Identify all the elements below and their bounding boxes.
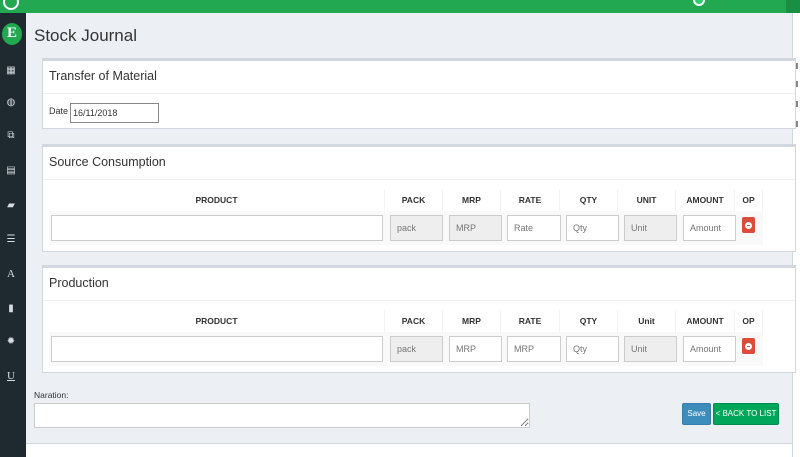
transfer-title: Transfer of Material <box>43 61 795 94</box>
col-mrp: MRP <box>443 310 501 332</box>
main-content: Stock Journal Transfer of Material Date … <box>26 13 796 443</box>
qty-input[interactable] <box>566 215 619 241</box>
col-qty: QTY <box>560 310 618 332</box>
col-unit: UNIT <box>618 189 676 211</box>
brand-logo[interactable]: E <box>2 23 22 45</box>
col-amount: AMOUNT <box>676 189 735 211</box>
logo-mini-icon[interactable] <box>3 0 19 10</box>
list-icon[interactable]: ☰ <box>5 234 17 246</box>
col-pack: PACK <box>385 310 443 332</box>
underline-u-icon[interactable]: U <box>5 370 17 382</box>
back-to-list-button[interactable]: < BACK TO LIST <box>713 403 779 425</box>
col-op: OP <box>735 310 763 332</box>
col-op: OP <box>735 189 763 211</box>
source-box: Source Consumption PRODUCT PACK MRP RATE… <box>42 144 796 252</box>
copy-icon[interactable]: ⧉ <box>5 130 17 142</box>
production-box: Production PRODUCT PACK MRP RATE QTY Uni… <box>42 265 796 373</box>
navbar-right-toggle[interactable] <box>786 0 800 13</box>
gear-icon[interactable]: ✹ <box>5 336 17 348</box>
source-title: Source Consumption <box>43 147 795 180</box>
user-avatar[interactable] <box>693 0 705 6</box>
delete-row-button[interactable] <box>742 217 755 233</box>
col-product: PRODUCT <box>49 189 385 211</box>
book-icon[interactable]: ▮ <box>5 303 17 315</box>
table-row <box>49 211 763 245</box>
col-pack: PACK <box>385 189 443 211</box>
mrp-input[interactable] <box>449 336 502 362</box>
sidebar: E ▦ ◍ ⧉ ▤ ▰ ☰ A ▮ ✹ U <box>0 13 26 457</box>
date-input[interactable] <box>70 103 159 123</box>
naration-input[interactable] <box>34 403 530 428</box>
file-icon[interactable]: ▤ <box>5 165 17 177</box>
naration-label: Naration: <box>34 390 69 400</box>
brand-letter: E <box>6 25 17 41</box>
font-a-icon[interactable]: A <box>5 268 17 280</box>
qty-input[interactable] <box>566 336 619 362</box>
truck-icon[interactable]: ▰ <box>5 200 17 212</box>
footer <box>26 443 792 457</box>
amount-input[interactable] <box>683 215 736 241</box>
pack-input[interactable] <box>390 336 443 362</box>
product-input[interactable] <box>51 215 383 241</box>
unit-input[interactable] <box>624 336 677 362</box>
top-navbar <box>0 0 800 13</box>
col-rate: RATE <box>501 310 560 332</box>
col-unit: Unit <box>618 310 676 332</box>
delete-row-button[interactable] <box>742 338 755 354</box>
col-product: PRODUCT <box>49 310 385 332</box>
table-row <box>49 332 763 366</box>
source-table-header: PRODUCT PACK MRP RATE QTY UNIT AMOUNT OP <box>49 189 763 211</box>
table-icon[interactable]: ▦ <box>5 65 17 77</box>
rate-input[interactable] <box>507 336 561 362</box>
rate-input[interactable] <box>507 215 561 241</box>
col-amount: AMOUNT <box>676 310 735 332</box>
amount-input[interactable] <box>683 336 736 362</box>
save-button[interactable]: Save <box>682 403 711 425</box>
production-title: Production <box>43 268 795 301</box>
mrp-input[interactable] <box>449 215 502 241</box>
col-mrp: MRP <box>443 189 501 211</box>
col-qty: QTY <box>560 189 618 211</box>
production-table-header: PRODUCT PACK MRP RATE QTY Unit AMOUNT OP <box>49 310 763 332</box>
globe-icon[interactable]: ◍ <box>5 97 17 109</box>
transfer-box: Transfer of Material Date : <box>42 58 796 129</box>
product-input[interactable] <box>51 336 383 362</box>
pack-input[interactable] <box>390 215 443 241</box>
page-title: Stock Journal <box>34 26 137 45</box>
col-rate: RATE <box>501 189 560 211</box>
unit-input[interactable] <box>624 215 677 241</box>
